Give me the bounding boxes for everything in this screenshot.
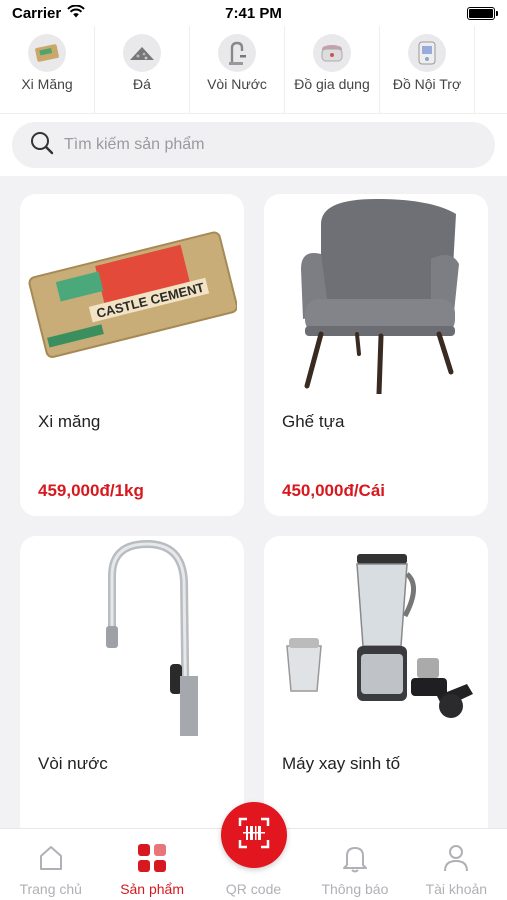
wifi-icon [67, 4, 85, 22]
bell-icon [338, 841, 372, 875]
category-label: Đồ gia dụng [294, 76, 370, 92]
product-name: Vòi nước [38, 754, 108, 773]
category-kitchen[interactable]: Đồ Nội Trợ [380, 26, 475, 113]
product-price: 459,000đ/1kg [38, 481, 144, 500]
tab-products[interactable]: Sản phẩm [101, 829, 202, 900]
category-strip: Xi Măng Đá Vòi Nước Đồ gia dụng Đồ Nội T… [0, 26, 507, 114]
category-stone[interactable]: Đá [95, 26, 190, 113]
product-card[interactable]: Vòi nước [20, 536, 244, 828]
product-grid: CASTLE CEMENT Xi măng 459,000đ/1kg Ghế t… [0, 176, 507, 828]
tab-label: Trang chủ [19, 881, 82, 897]
product-card[interactable]: Ghế tựa 450,000đ/Cái [264, 194, 488, 516]
category-label: Đồ Nội Trợ [392, 76, 462, 92]
blender-image [264, 536, 488, 736]
product-price: 450,000đ/Cái [282, 481, 386, 500]
cement-bag-icon [28, 34, 66, 72]
qr-scan-button[interactable] [221, 802, 287, 868]
gravel-icon [123, 34, 161, 72]
rice-cooker-icon [313, 34, 351, 72]
armchair-image [264, 194, 488, 394]
category-household[interactable]: Đồ gia dụng [285, 26, 380, 113]
status-bar: Carrier 7:41 PM [0, 0, 507, 26]
tab-account[interactable]: Tài khoản [406, 829, 507, 900]
product-name: Xi măng [38, 412, 101, 431]
category-partial[interactable] [475, 26, 507, 113]
grid-icon [135, 841, 169, 875]
battery-icon [467, 6, 498, 20]
tab-label: Thông báo [321, 881, 389, 897]
tab-label: QR code [225, 881, 282, 897]
tab-home[interactable]: Trang chủ [0, 829, 101, 900]
home-icon [34, 841, 68, 875]
category-label: Xi Măng [21, 76, 73, 92]
category-label: Vòi Nước [207, 76, 267, 92]
category-cement[interactable]: Xi Măng [0, 26, 95, 113]
product-card[interactable]: Máy xay sinh tố [264, 536, 488, 828]
category-faucet[interactable]: Vòi Nước [190, 26, 285, 113]
user-icon [439, 841, 473, 875]
category-label: Đá [133, 76, 151, 92]
tab-notifications[interactable]: Thông báo [304, 829, 405, 900]
tab-label: Tài khoản [425, 881, 488, 897]
search-icon [30, 131, 54, 160]
faucet-icon [218, 34, 256, 72]
qr-scan-icon [237, 816, 271, 855]
product-card[interactable]: CASTLE CEMENT Xi măng 459,000đ/1kg [20, 194, 244, 516]
appliance-icon [408, 34, 446, 72]
faucet-image [20, 536, 244, 736]
carrier-label: Carrier [12, 4, 62, 22]
product-name: Ghế tựa [282, 412, 345, 431]
search-bar[interactable] [12, 122, 495, 168]
cement-bag-image: CASTLE CEMENT [20, 194, 244, 394]
product-name: Máy xay sinh tố [282, 754, 401, 773]
search-section [0, 114, 507, 176]
tab-label: Sản phẩm [120, 881, 185, 897]
search-input[interactable] [64, 136, 464, 154]
